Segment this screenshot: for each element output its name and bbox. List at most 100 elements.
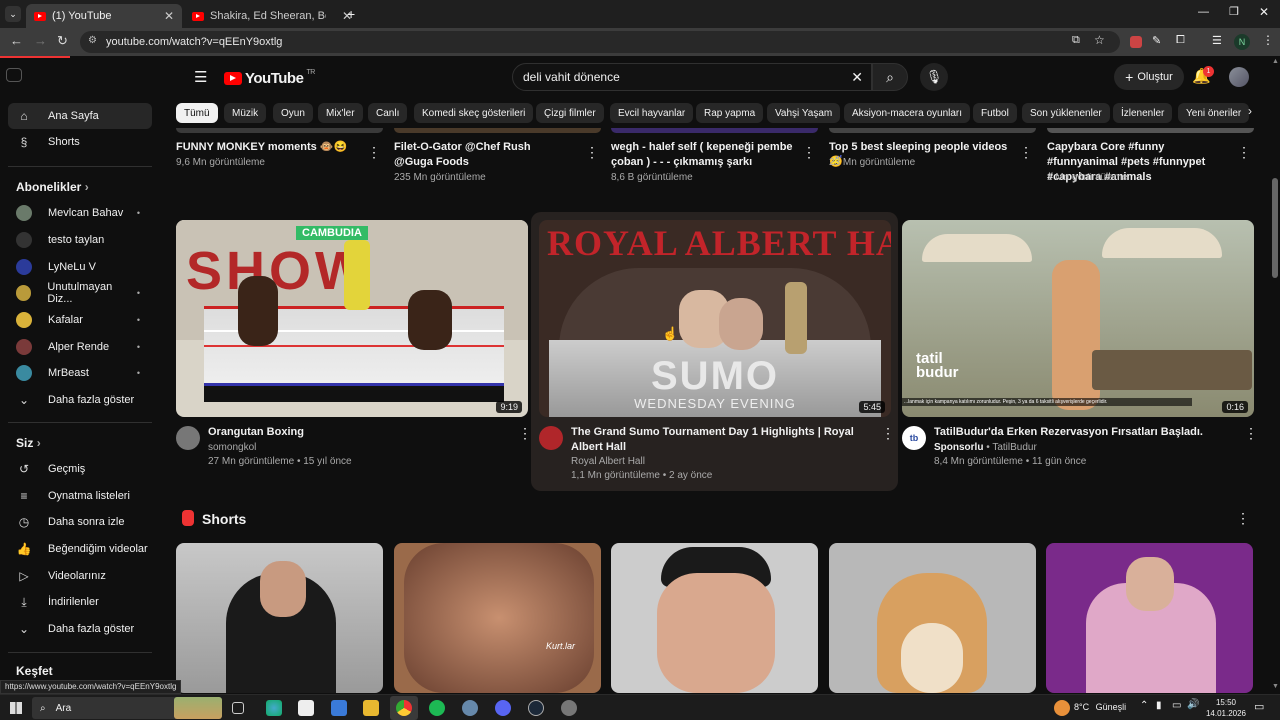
store-icon[interactable] — [298, 700, 314, 716]
sidebar-item-your-videos[interactable]: ▷ Videolarınız — [8, 563, 152, 589]
chrome-icon[interactable] — [396, 700, 412, 716]
window-close-icon[interactable]: ✕ — [1259, 5, 1269, 19]
sidebar-item-history[interactable]: ↺ Geçmiş — [8, 456, 152, 482]
video-thumbnail[interactable]: SHOW CAMBUDIA 9:19 — [176, 220, 528, 417]
more-options-icon[interactable]: ⋮ — [1019, 144, 1033, 161]
new-tab-button[interactable]: + — [347, 6, 355, 22]
sidebar-subscription[interactable]: Kafalar • — [8, 307, 152, 333]
thumbnail[interactable] — [611, 128, 818, 133]
sidebar-item-shorts[interactable]: § Shorts — [8, 129, 152, 155]
video-title[interactable]: TatilBudur'da Erken Rezervasyon Fırsatla… — [934, 425, 1234, 440]
chip[interactable]: Çizgi filmler — [536, 103, 604, 123]
sidebar-item-downloads[interactable]: ⤓ İndirilenler — [8, 589, 152, 615]
site-info-icon[interactable]: ⚙ — [88, 35, 97, 46]
short-thumbnail[interactable] — [611, 543, 818, 693]
reading-list-icon[interactable]: ☰ — [1212, 34, 1222, 47]
thumbnail[interactable] — [394, 128, 601, 133]
channel-avatar[interactable] — [176, 426, 200, 450]
sidebar-subscription[interactable]: LyNeLu V — [8, 254, 152, 280]
chips-next-icon[interactable]: › — [1248, 104, 1252, 118]
app-icon[interactable] — [462, 700, 478, 716]
sidebar-item-home[interactable]: ⌂ Ana Sayfa — [8, 103, 152, 129]
steam-icon[interactable] — [528, 700, 544, 716]
browser-menu-icon[interactable]: ⋮ — [1262, 33, 1274, 47]
tray-chevron-icon[interactable]: ⌃ — [1140, 700, 1148, 711]
weather-widget[interactable]: 8°C Güneşli — [1074, 702, 1126, 712]
short-title[interactable]: Filet-O-Gator @Chef Rush @Guga Foods — [394, 140, 569, 170]
more-options-icon[interactable]: ⋮ — [518, 425, 532, 442]
search-button[interactable]: ⌕ — [872, 63, 908, 91]
clear-search-icon[interactable]: ✕ — [851, 69, 863, 86]
tray-app-icon[interactable]: ▮ — [1156, 700, 1162, 711]
profile-avatar[interactable]: N — [1234, 34, 1250, 50]
subscriptions-heading[interactable]: Abonelikler › — [16, 180, 89, 194]
close-tab-icon[interactable]: ✕ — [164, 9, 174, 23]
chip[interactable]: Son yüklenenler — [1022, 103, 1110, 123]
channel-name[interactable]: somongkol — [208, 441, 256, 455]
scrollbar-thumb[interactable] — [1272, 178, 1278, 278]
address-bar[interactable]: ⚙ youtube.com/watch?v=qEEnY9oxtlg ⧉ ☆ — [80, 31, 1120, 53]
network-icon[interactable]: ▭ — [1172, 700, 1181, 711]
sidebar-show-more-you[interactable]: ⌄ Daha fazla göster — [8, 616, 152, 642]
browser-tab-music[interactable]: Shakira, Ed Sheeran, Beéle - Hip ✕ — [184, 4, 360, 28]
short-title[interactable]: FUNNY MONKEY moments 🐵😆 — [176, 140, 356, 155]
notification-center-icon[interactable]: ▭ — [1254, 700, 1264, 713]
short-title[interactable]: wegh - halef self ( kepeneği pembe çoban… — [611, 140, 796, 170]
app-icon[interactable] — [561, 700, 577, 716]
sidebar-subscription[interactable]: MrBeast • — [8, 360, 152, 386]
clock[interactable]: 15:50 14.01.2026 — [1204, 697, 1248, 719]
search-input[interactable]: deli vahit dönence ✕ — [512, 63, 872, 91]
more-options-icon[interactable]: ⋮ — [881, 425, 895, 442]
chip[interactable]: Komedi skeç gösterileri — [414, 103, 534, 123]
chip[interactable]: Futbol — [973, 103, 1017, 123]
voice-search-button[interactable]: 🎙 — [920, 63, 948, 91]
scroll-down-icon[interactable]: ▼ — [1272, 683, 1279, 690]
thumbnail[interactable] — [829, 128, 1036, 133]
sidebar-subscription[interactable]: Mevlcan Bahav • — [8, 200, 152, 226]
channel-name[interactable]: TatilBudur — [992, 442, 1036, 453]
chip[interactable]: Rap yapma — [696, 103, 764, 123]
sidebar-toggle-icon[interactable] — [6, 68, 22, 82]
shelf-more-options-icon[interactable]: ⋮ — [1236, 510, 1250, 527]
more-options-icon[interactable]: ⋮ — [802, 144, 816, 161]
file-explorer-icon[interactable] — [363, 700, 379, 716]
spotify-icon[interactable] — [429, 700, 445, 716]
scroll-up-icon[interactable]: ▲ — [1272, 58, 1279, 65]
channel-avatar[interactable] — [539, 426, 563, 450]
extensions-puzzle-icon[interactable]: ⧠ — [1176, 34, 1185, 47]
browser-tab-youtube[interactable]: (1) YouTube ✕ — [26, 4, 182, 28]
chip[interactable]: Yeni öneriler — [1178, 103, 1250, 123]
sidebar-item-watch-later[interactable]: ◷ Daha sonra izle — [8, 509, 152, 535]
sidebar-subscription[interactable]: Alper Rende • — [8, 334, 152, 360]
sidebar-subscription[interactable]: testo taylan — [8, 227, 152, 253]
thumbnail[interactable] — [176, 128, 383, 133]
edge-browser-icon[interactable] — [266, 700, 282, 716]
sidebar-item-playlists[interactable]: ≡ Oynatma listeleri — [8, 483, 152, 509]
chip[interactable]: Evcil hayvanlar — [610, 103, 694, 123]
back-icon[interactable]: ← — [10, 33, 23, 48]
more-options-icon[interactable]: ⋮ — [1244, 425, 1258, 442]
short-thumbnail[interactable] — [176, 543, 383, 693]
youtube-logo[interactable]: YouTube TR — [224, 69, 315, 87]
discord-icon[interactable] — [495, 700, 511, 716]
bookmark-star-icon[interactable]: ☆ — [1094, 33, 1105, 47]
task-view-icon[interactable] — [232, 702, 244, 714]
volume-icon[interactable]: 🔊 — [1187, 699, 1199, 710]
thumbnail[interactable] — [1047, 128, 1254, 133]
chip-all[interactable]: Tümü — [176, 103, 218, 123]
sidebar-item-liked[interactable]: 👍 Beğendiğim videolar — [8, 536, 152, 562]
extension-icon[interactable] — [1130, 36, 1142, 48]
extension-icon[interactable]: ✎ — [1152, 34, 1161, 47]
short-thumbnail[interactable] — [1046, 543, 1253, 693]
minimize-icon[interactable]: — — [1198, 6, 1209, 18]
chip[interactable]: Mix'ler — [318, 103, 363, 123]
you-heading[interactable]: Siz › — [16, 436, 41, 450]
video-thumbnail[interactable]: tatil budur ...lanmak için kampanya katı… — [902, 220, 1254, 417]
short-thumbnail[interactable] — [829, 543, 1036, 693]
chip[interactable]: Müzik — [224, 103, 267, 123]
windows-start-icon[interactable] — [10, 702, 22, 714]
sidebar-show-more-subs[interactable]: ⌄ Daha fazla göster — [8, 387, 152, 413]
channel-name[interactable]: Royal Albert Hall — [571, 455, 645, 469]
more-options-icon[interactable]: ⋮ — [585, 144, 599, 161]
sidebar-subscription[interactable]: Unutulmayan Diz... • — [8, 280, 152, 306]
